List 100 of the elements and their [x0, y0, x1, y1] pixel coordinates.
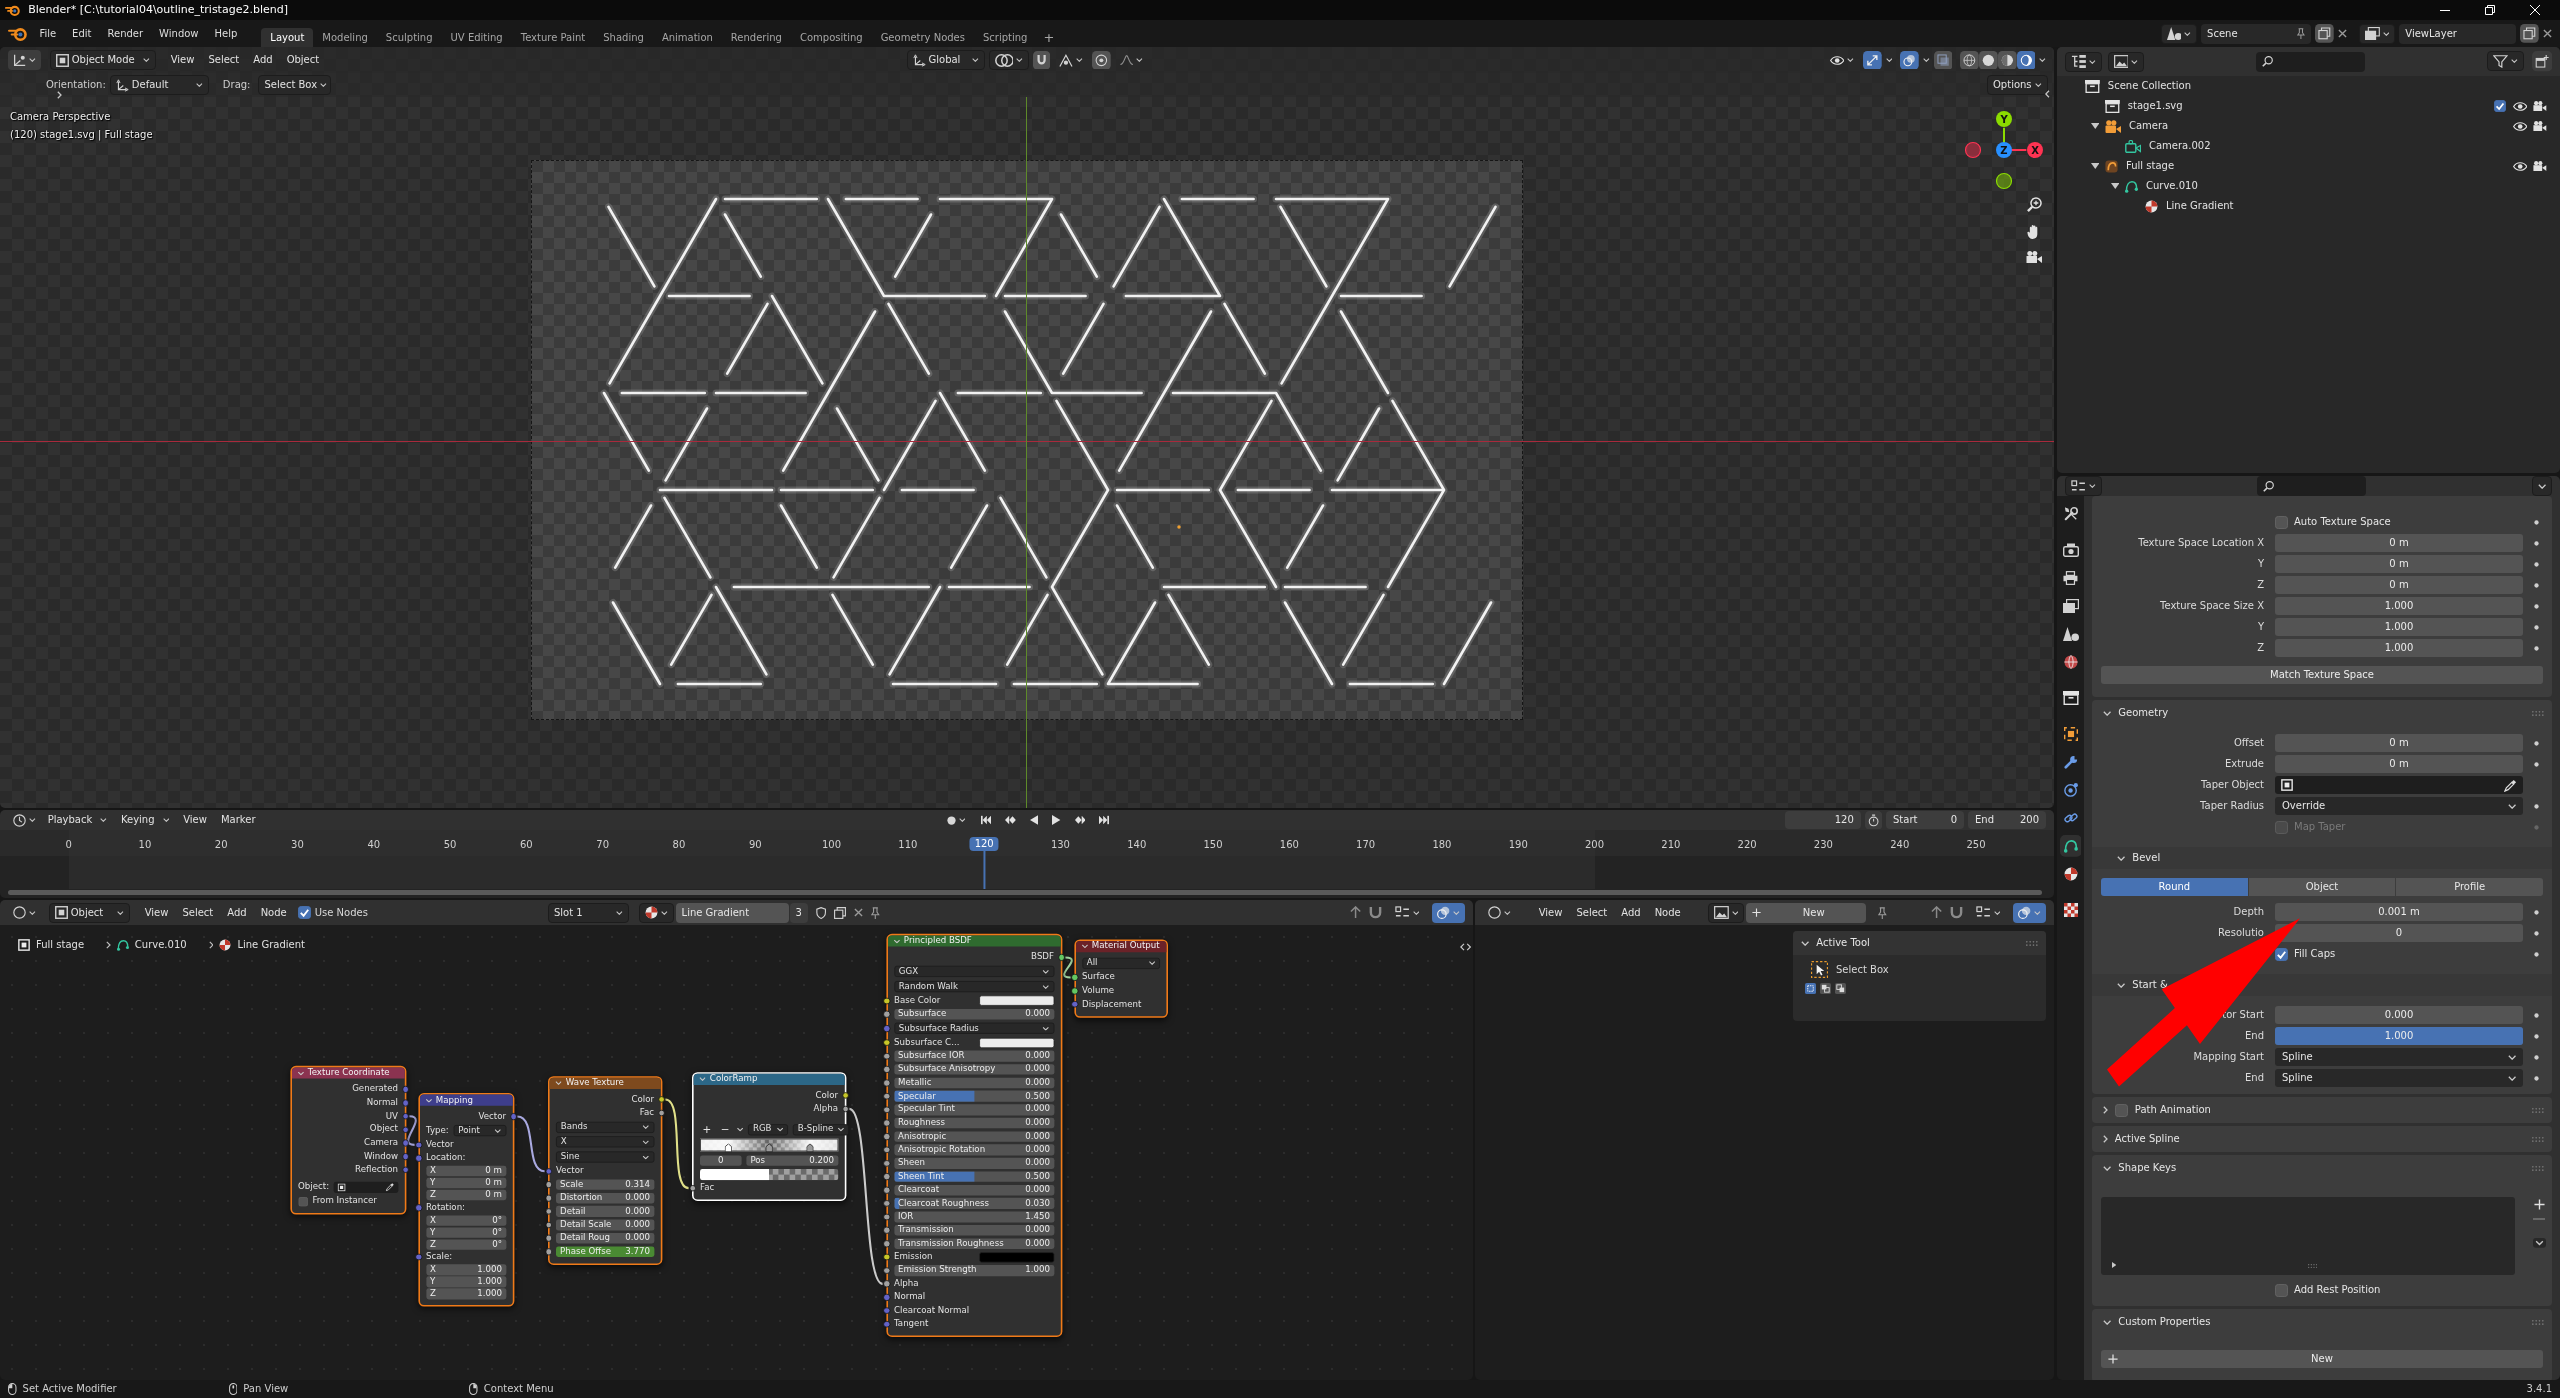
number-field[interactable]: 1.000 — [2275, 618, 2523, 636]
workspace-tab[interactable]: Texture Paint — [511, 28, 595, 47]
node-socket[interactable] — [883, 1200, 890, 1207]
checkbox-label[interactable]: Add Rest Position — [2294, 1284, 2381, 1296]
workspace-tab[interactable]: Shading — [594, 28, 653, 47]
number-field[interactable]: 0 m — [2275, 555, 2523, 573]
view-layer-field[interactable]: ViewLayer — [2399, 23, 2517, 44]
checkbox-label[interactable]: Fill Caps — [2294, 948, 2336, 960]
number-field[interactable]: Subsurface 0.000 — [894, 1008, 1054, 1020]
workspace-tab[interactable]: Compositing — [790, 28, 872, 47]
node-socket[interactable] — [883, 1066, 890, 1073]
node-socket[interactable] — [883, 997, 890, 1005]
node-socket[interactable] — [402, 1139, 409, 1147]
number-field[interactable]: 1.000 — [2275, 597, 2523, 615]
number-field[interactable]: 0 m — [2275, 576, 2523, 594]
number-field[interactable]: Transmission Roughness 0.000 — [894, 1238, 1054, 1250]
number-field[interactable]: 0 — [700, 1155, 742, 1166]
node-socket[interactable] — [883, 1267, 890, 1274]
number-field[interactable]: Transmission 0.000 — [894, 1224, 1054, 1236]
node-socket[interactable] — [883, 1119, 890, 1127]
triangle-right-icon[interactable] — [2112, 1262, 2117, 1268]
chevron-down-icon[interactable] — [2103, 1319, 2112, 1325]
number-field[interactable]: 0 m — [2275, 734, 2523, 752]
chevron-down-icon[interactable] — [555, 1081, 562, 1086]
node-socket[interactable] — [883, 1079, 890, 1087]
number-field[interactable]: X 0 m — [426, 1165, 506, 1177]
extend-selection-icon[interactable] — [1820, 983, 1831, 994]
node-link[interactable] — [665, 1098, 689, 1190]
number-field[interactable]: X 1.000 — [426, 1264, 506, 1276]
dropdown[interactable]: RGB — [748, 1123, 789, 1136]
magnet-icon[interactable] — [1033, 50, 1051, 70]
segment-tab[interactable]: Round — [2101, 878, 2248, 896]
chain-icon[interactable] — [2063, 811, 2078, 825]
dropdown[interactable]: Override — [2275, 797, 2523, 815]
dropdown[interactable]: B-Spline — [792, 1123, 849, 1136]
dropdown[interactable]: Spline — [2275, 1069, 2523, 1087]
segment-tab[interactable]: Object — [2248, 878, 2396, 896]
color-swatch[interactable] — [978, 1251, 1054, 1263]
dropdown[interactable]: Sine — [556, 1151, 654, 1163]
diagonal-arrows-icon[interactable] — [1863, 50, 1882, 70]
dot-icon[interactable] — [2534, 930, 2539, 936]
node-socket[interactable] — [402, 1099, 409, 1107]
triangle-down-icon[interactable] — [2110, 183, 2120, 189]
node-socket[interactable] — [545, 1208, 552, 1215]
number-field[interactable]: Y 0° — [426, 1227, 506, 1238]
chevron-down-icon[interactable] — [1081, 944, 1088, 949]
dot-icon[interactable] — [2534, 519, 2539, 525]
node-socket[interactable] — [545, 1248, 552, 1256]
chevron-left-icon[interactable] — [2045, 90, 2050, 98]
number-field[interactable]: Detail 0.000 — [556, 1206, 654, 1217]
number-field[interactable]: Scale 0.314 — [556, 1179, 654, 1191]
dropdown[interactable]: Spline — [2275, 1048, 2523, 1066]
chevron-down-icon[interactable] — [2117, 982, 2126, 988]
orientation-dropdown[interactable]: Global — [906, 50, 985, 70]
chevron-down-icon[interactable] — [425, 1098, 432, 1103]
dropdown[interactable]: Bands — [556, 1121, 654, 1133]
node-socket[interactable] — [883, 1092, 890, 1100]
number-field[interactable]: Detail Scale 0.000 — [556, 1219, 654, 1231]
frame-field[interactable]: 120 — [1784, 811, 1861, 829]
node-socket[interactable] — [883, 1159, 890, 1167]
wrench-icon[interactable] — [2063, 755, 2078, 769]
start-frame-field[interactable]: Start 0 — [1886, 811, 1964, 829]
minimize-icon[interactable] — [2440, 9, 2450, 11]
node-socket[interactable] — [842, 1105, 849, 1113]
triangle-down-icon[interactable] — [2090, 163, 2100, 169]
checkbox[interactable] — [297, 906, 311, 919]
node-socket[interactable] — [545, 1221, 552, 1229]
breadcrumb-item[interactable]: Full stage — [36, 939, 85, 951]
node-socket[interactable] — [883, 1253, 890, 1261]
chevron-icon[interactable] — [2039, 58, 2046, 62]
number-field[interactable]: Roughness 0.000 — [894, 1117, 1054, 1129]
tree-item[interactable]: Camera — [2129, 120, 2169, 132]
number-field[interactable]: Y 1.000 — [426, 1276, 506, 1288]
panel-title[interactable]: Geometry — [2118, 707, 2169, 719]
number-field[interactable]: 0.000 — [2275, 1006, 2523, 1024]
node-socket[interactable] — [402, 1112, 409, 1120]
number-field[interactable]: Pos 0.200 — [746, 1155, 838, 1166]
node-link[interactable] — [517, 1115, 545, 1173]
menu-item[interactable]: File — [31, 27, 65, 40]
panel-title[interactable]: Path Animation — [2134, 1104, 2211, 1116]
play-icon[interactable] — [1052, 815, 1061, 825]
close-icon[interactable] — [2337, 29, 2347, 38]
node-socket[interactable] — [545, 1167, 552, 1175]
menu-dropdown[interactable]: Playback — [40, 814, 114, 826]
checkbox-label[interactable]: From Instancer — [312, 1196, 377, 1207]
tree-item[interactable]: Scene Collection — [2107, 80, 2191, 92]
node-socket[interactable] — [415, 1141, 422, 1149]
printer-icon[interactable] — [2063, 571, 2078, 585]
object-field[interactable] — [333, 1181, 398, 1193]
dot-icon[interactable] — [2534, 740, 2539, 746]
chevron-down-icon[interactable] — [297, 1071, 304, 1076]
node-socket[interactable] — [415, 1204, 422, 1212]
double-chevron-icon[interactable] — [1459, 943, 1471, 951]
overlays-dropdown[interactable] — [1432, 902, 1465, 923]
browse-dropdown[interactable] — [1707, 902, 1745, 923]
negative-axis-handle[interactable] — [1964, 141, 1982, 159]
panel-title[interactable]: Active Spline — [2114, 1133, 2180, 1145]
menu-item[interactable]: Select — [1569, 906, 1615, 919]
number-field[interactable]: Z 0 m — [426, 1189, 506, 1201]
mode-dropdown[interactable]: Object Mode — [49, 50, 156, 70]
